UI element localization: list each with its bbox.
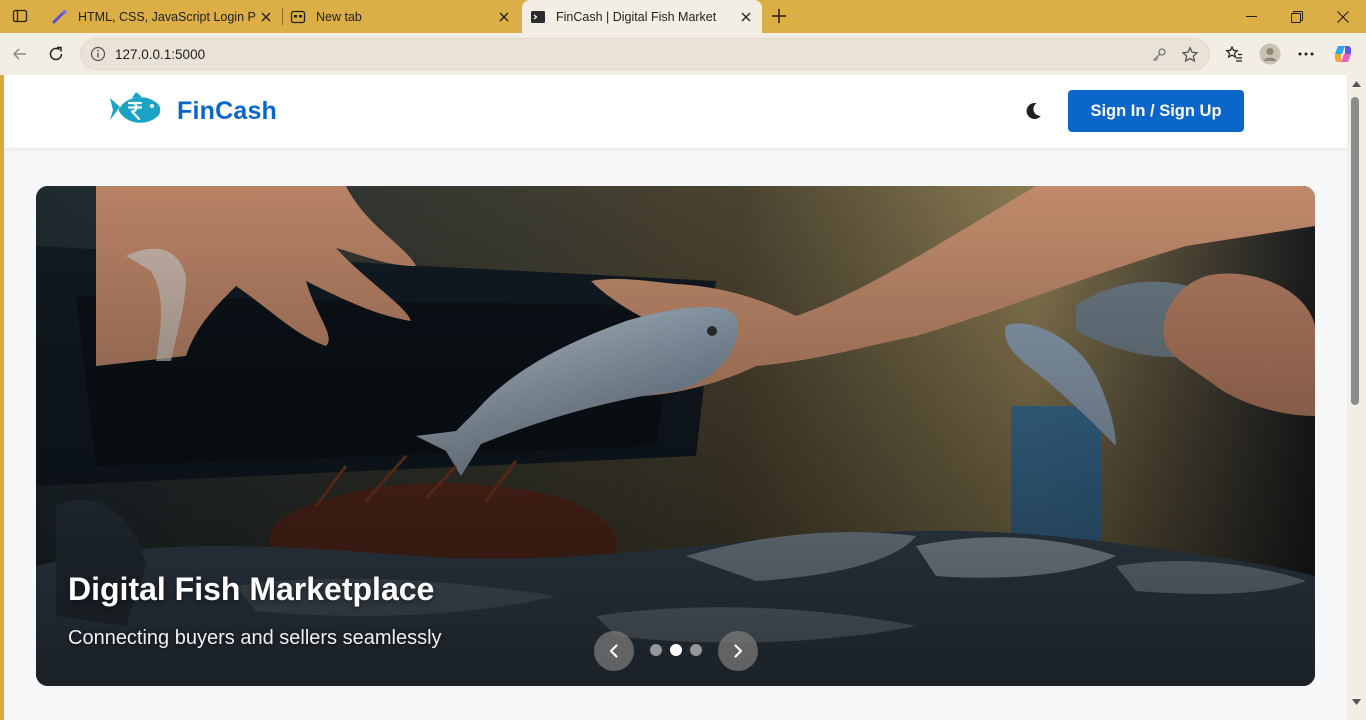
url-text[interactable]: 127.0.0.1:5000 bbox=[115, 47, 205, 62]
page-scrollbar[interactable] bbox=[1347, 75, 1366, 720]
profile-avatar-icon bbox=[1259, 43, 1281, 65]
carousel-dot-1[interactable] bbox=[650, 644, 662, 656]
tab-actions-button[interactable] bbox=[8, 5, 32, 27]
moon-icon bbox=[1026, 102, 1041, 119]
address-bar[interactable]: 127.0.0.1:5000 bbox=[80, 38, 1210, 70]
theme-toggle-button[interactable] bbox=[1021, 99, 1045, 123]
hero-title: Digital Fish Marketplace bbox=[68, 571, 435, 607]
hero-fish-market-photo bbox=[36, 186, 1315, 686]
back-arrow-icon bbox=[12, 48, 26, 60]
minimize-icon bbox=[1245, 16, 1257, 17]
hero-carousel: Digital Fish Marketplace Connecting buye… bbox=[36, 186, 1315, 686]
tab-title: New tab bbox=[316, 9, 362, 24]
close-icon bbox=[1337, 10, 1349, 23]
sign-in-button[interactable]: Sign In / Sign Up bbox=[1068, 90, 1244, 132]
tab-title: FinCash | Digital Fish Market bbox=[556, 9, 717, 24]
settings-more-button[interactable] bbox=[1292, 40, 1320, 68]
favorites-button[interactable] bbox=[1220, 40, 1248, 68]
browser-tab-newtab[interactable]: New tab bbox=[284, 0, 520, 33]
favorites-list-icon bbox=[1225, 45, 1242, 62]
tab-actions-icon bbox=[12, 9, 28, 23]
copilot-icon bbox=[1335, 46, 1351, 62]
site-info-icon[interactable] bbox=[89, 45, 107, 63]
newtab-favicon-icon bbox=[290, 9, 306, 25]
tab-title: HTML, CSS, JavaScript Login Page bbox=[78, 9, 256, 24]
reload-button[interactable] bbox=[42, 40, 70, 68]
scroll-down-arrow-icon[interactable] bbox=[1352, 699, 1361, 705]
brand-name[interactable]: FinCash bbox=[177, 97, 277, 126]
wand-favicon-icon bbox=[52, 9, 68, 25]
close-tab-icon[interactable] bbox=[256, 7, 276, 27]
plus-icon bbox=[772, 9, 786, 23]
close-tab-icon[interactable] bbox=[494, 7, 514, 27]
more-dots-icon bbox=[1298, 52, 1314, 56]
carousel-dot-2[interactable] bbox=[670, 644, 682, 656]
close-tab-icon[interactable] bbox=[736, 7, 756, 27]
carousel-next-button[interactable] bbox=[718, 631, 758, 671]
scrollbar-thumb[interactable] bbox=[1351, 97, 1359, 405]
browser-tab-strip: HTML, CSS, JavaScript Login Page New tab… bbox=[0, 0, 1366, 33]
scroll-up-arrow-icon[interactable] bbox=[1352, 81, 1361, 87]
favorite-star-icon[interactable] bbox=[1179, 44, 1201, 66]
site-header: FinCash Sign In / Sign Up bbox=[4, 75, 1347, 148]
terminal-favicon-icon bbox=[530, 9, 546, 25]
new-tab-button[interactable] bbox=[766, 4, 792, 28]
carousel-dot-3[interactable] bbox=[690, 644, 702, 656]
chevron-left-icon bbox=[609, 644, 618, 658]
restore-button[interactable] bbox=[1274, 0, 1320, 33]
profile-button[interactable] bbox=[1256, 40, 1284, 68]
fincash-fish-logo-icon[interactable] bbox=[108, 90, 162, 130]
carousel-prev-button[interactable] bbox=[594, 631, 634, 671]
copilot-button[interactable] bbox=[1329, 40, 1357, 68]
browser-tab-login[interactable]: HTML, CSS, JavaScript Login Page bbox=[44, 0, 283, 33]
browser-toolbar: 127.0.0.1:5000 bbox=[0, 33, 1366, 75]
page-viewport: FinCash Sign In / Sign Up Digital Fish M… bbox=[4, 75, 1347, 720]
password-key-icon[interactable] bbox=[1149, 45, 1169, 65]
browser-tab-fincash[interactable]: FinCash | Digital Fish Market bbox=[522, 0, 762, 33]
chevron-right-icon bbox=[734, 644, 743, 658]
back-button[interactable] bbox=[6, 40, 34, 68]
restore-icon bbox=[1291, 10, 1303, 23]
close-window-button[interactable] bbox=[1320, 0, 1366, 33]
reload-icon bbox=[49, 46, 63, 61]
minimize-button[interactable] bbox=[1228, 0, 1274, 33]
hero-subtitle: Connecting buyers and sellers seamlessly bbox=[68, 627, 442, 649]
